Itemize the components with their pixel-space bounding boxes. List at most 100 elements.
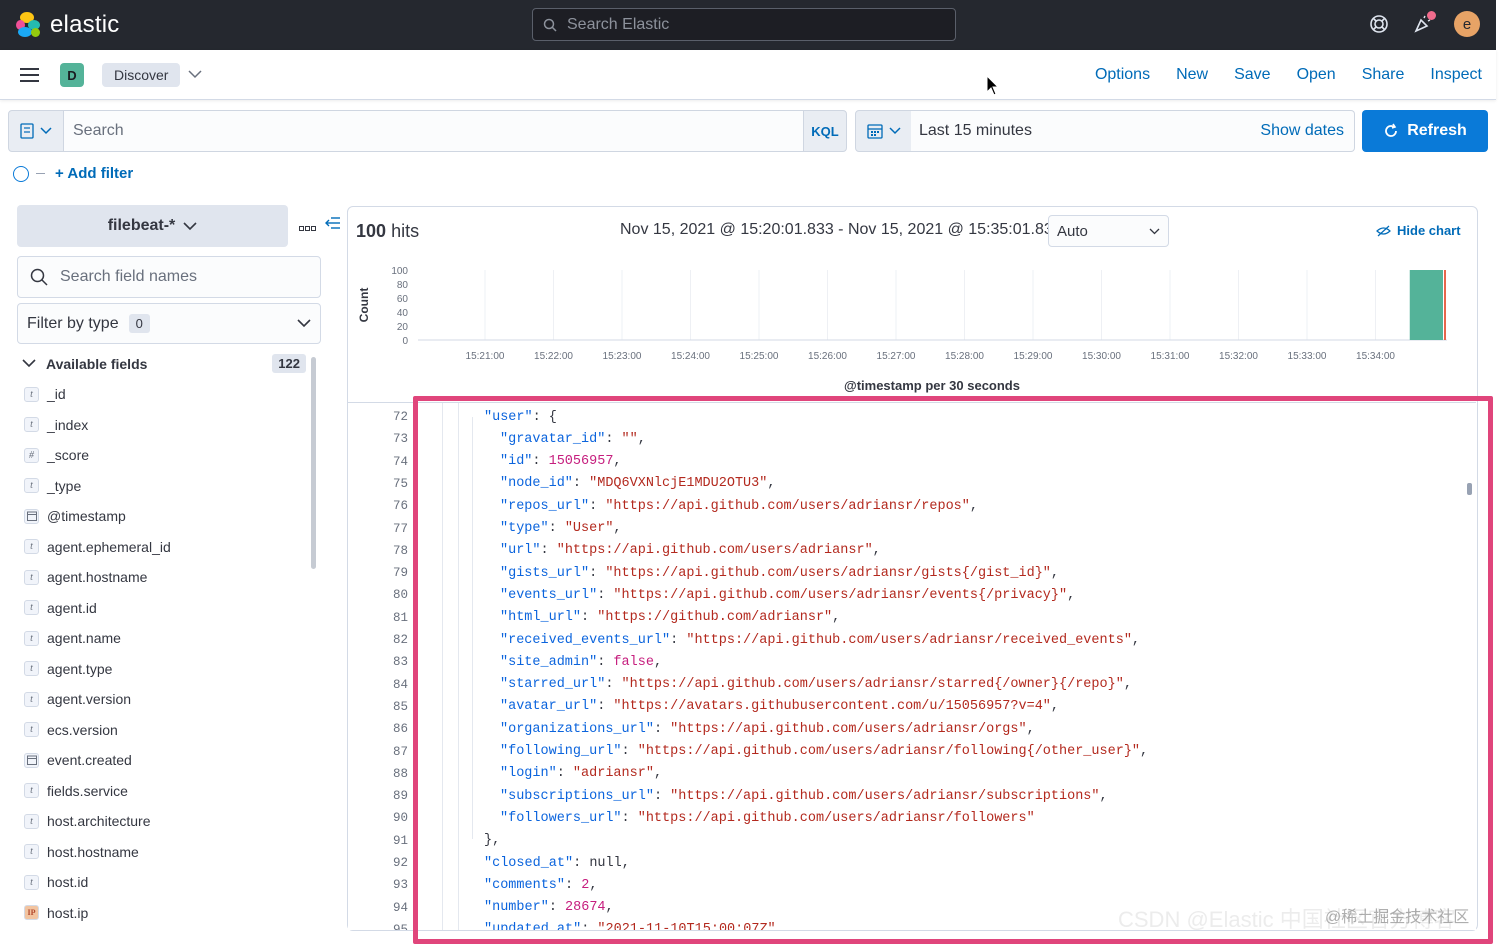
saved-query-menu[interactable] (8, 110, 64, 152)
field-list-item[interactable]: t agent.type (24, 654, 304, 685)
field-list-item[interactable]: t host.id (24, 867, 304, 898)
query-search-input[interactable]: Search (64, 110, 804, 152)
json-key: "followers_url" (500, 810, 622, 826)
elastic-logo[interactable]: elastic (16, 11, 119, 39)
refresh-label: Refresh (1407, 122, 1467, 139)
new-link[interactable]: New (1176, 66, 1208, 84)
field-name: agent.type (47, 660, 113, 677)
open-link[interactable]: Open (1297, 66, 1336, 84)
field-list-item[interactable]: t _index (24, 410, 304, 441)
available-fields-header[interactable]: Available fields 122 (22, 354, 306, 373)
line-number: 75 (392, 476, 408, 491)
field-list-item[interactable]: t agent.ephemeral_id (24, 532, 304, 563)
field-list-item[interactable]: t ecs.version (24, 715, 304, 746)
field-list-item[interactable]: # _score (24, 440, 304, 471)
brand-name: elastic (50, 11, 120, 38)
json-punctuation: : (605, 677, 622, 693)
interval-select[interactable]: Auto (1048, 215, 1169, 247)
calendar-icon (24, 752, 39, 768)
inspect-link[interactable]: Inspect (1430, 66, 1482, 84)
string-type-icon: t (24, 783, 39, 799)
share-link[interactable]: Share (1362, 66, 1405, 84)
json-punctuation: , (589, 877, 598, 893)
json-punctuation: : (597, 699, 614, 715)
menu-icon[interactable] (20, 68, 39, 82)
field-list-item[interactable]: @timestamp (24, 501, 304, 532)
field-list-item[interactable]: t host.architecture (24, 806, 304, 837)
document-json-viewer[interactable]: 72 "user": {73 "gravatar_id": "", 74 "id": 1… (348, 402, 1476, 930)
code-line: 92 "closed_at": null, (348, 852, 630, 874)
y-tick-label: 0 (402, 336, 408, 347)
json-key: "avatar_url" (500, 699, 598, 715)
collapse-sidebar-icon[interactable] (325, 216, 341, 235)
index-pattern-selector[interactable]: filebeat-* (17, 205, 288, 247)
json-punctuation: , (775, 922, 784, 930)
field-list-item[interactable]: t fields.service (24, 776, 304, 807)
y-tick-label: 40 (397, 308, 409, 319)
field-list-item[interactable]: t agent.version (24, 684, 304, 715)
line-number: 87 (392, 744, 408, 759)
field-list-item[interactable]: t agent.name (24, 623, 304, 654)
x-axis-label: @timestamp per 30 seconds (844, 378, 1020, 393)
line-number: 85 (392, 699, 408, 714)
json-key: "gravatar_id" (500, 431, 606, 447)
help-icon[interactable] (1366, 11, 1392, 37)
json-punctuation: : (597, 587, 614, 603)
chevron-down-icon[interactable] (188, 66, 202, 82)
json-string: "https://avatars.githubusercontent.com/u… (613, 699, 1051, 715)
global-search-input[interactable]: Search Elastic (532, 8, 956, 41)
string-type-icon: t (24, 539, 39, 555)
options-link[interactable]: Options (1095, 66, 1150, 84)
line-number: 86 (392, 722, 408, 737)
field-list-item[interactable]: IP host.ip (24, 898, 304, 929)
hide-chart-button[interactable]: Hide chart (1376, 223, 1461, 238)
available-fields-count: 122 (272, 354, 306, 373)
kql-toggle-button[interactable]: KQL (803, 110, 847, 152)
calendar-icon (866, 124, 883, 139)
field-list-item[interactable]: t host.hostname (24, 837, 304, 868)
line-number: 95 (392, 922, 408, 930)
json-punctuation: : (532, 454, 549, 470)
time-range-picker[interactable]: Last 15 minutes Show dates (911, 110, 1355, 152)
line-number: 76 (392, 499, 408, 514)
news-feed-icon[interactable] (1410, 11, 1436, 37)
field-name: agent.name (47, 630, 121, 647)
json-punctuation: , (1123, 677, 1132, 693)
code-line: 73 "gravatar_id": "", (348, 428, 646, 450)
refresh-button[interactable]: Refresh (1362, 110, 1488, 152)
save-link[interactable]: Save (1234, 66, 1270, 84)
add-filter-button[interactable]: + Add filter (55, 165, 133, 182)
json-key: "received_events_url" (500, 632, 671, 648)
quick-date-menu[interactable] (855, 110, 912, 152)
filter-options-icon[interactable] (13, 166, 29, 182)
json-string: "" (621, 431, 638, 447)
user-avatar[interactable]: e (1454, 11, 1480, 37)
line-number: 79 (392, 566, 408, 581)
string-type-icon: t (24, 844, 39, 860)
filter-by-type-dropdown[interactable]: Filter by type 0 (17, 303, 321, 344)
code-scrollbar[interactable] (1467, 483, 1472, 495)
json-string: "https://api.github.com/users/adriansr" (556, 543, 873, 559)
breadcrumb-discover[interactable]: Discover (102, 63, 181, 87)
json-punctuation: , (637, 431, 646, 447)
field-search-input[interactable]: Search field names (17, 256, 321, 298)
more-options-icon[interactable] (299, 219, 317, 237)
field-list-item[interactable]: t _type (24, 471, 304, 502)
json-string: "https://api.github.com/users/adriansr/r… (605, 498, 970, 514)
space-avatar[interactable]: D (60, 63, 84, 87)
json-punctuation: : (605, 431, 622, 447)
code-line: 75 "node_id": "MDQ6VXNlcjE1MDU2OTU3", (348, 473, 775, 495)
field-name: host.ip (47, 904, 89, 921)
json-string: "MDQ6VXNlcjE1MDU2OTU3" (589, 476, 768, 492)
field-list-item[interactable]: event.created (24, 745, 304, 776)
code-line: 79 "gists_url": "https://api.github.com/u… (348, 562, 1059, 584)
json-punctuation: , (1099, 788, 1108, 804)
field-list-item[interactable]: t agent.id (24, 593, 304, 624)
show-dates-link[interactable]: Show dates (1260, 122, 1344, 140)
field-list-item[interactable]: t _id (24, 379, 304, 410)
code-line: 91}, (348, 830, 500, 852)
json-punctuation: : (589, 498, 606, 514)
sidebar-scrollbar[interactable] (311, 357, 316, 569)
json-punctuation: , (613, 521, 622, 536)
field-list-item[interactable]: t agent.hostname (24, 562, 304, 593)
